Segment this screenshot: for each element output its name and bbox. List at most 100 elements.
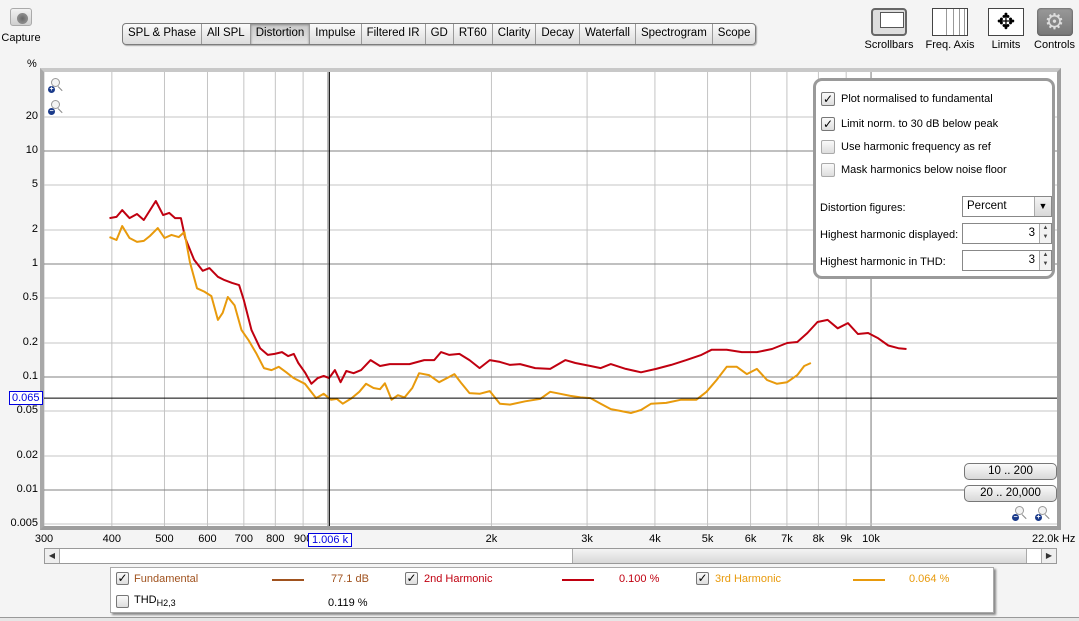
- spinner-arrows-icon[interactable]: ▲ ▼: [1039, 224, 1051, 243]
- tab-decay[interactable]: Decay: [536, 24, 580, 44]
- zoom-in-x-icon[interactable]: +: [1035, 506, 1050, 522]
- y-tick-label: 0.005: [10, 517, 38, 530]
- x-tick-label: 2k: [485, 533, 498, 545]
- tab-spl-phase[interactable]: SPL & Phase: [123, 24, 202, 44]
- controls-label: Controls: [1034, 39, 1075, 51]
- x-tick-label: 10k: [862, 533, 880, 545]
- y-tick-label: 0.05: [16, 404, 38, 417]
- capture-label: Capture: [1, 32, 41, 44]
- y-tick-label: 10: [25, 144, 38, 156]
- y-tick-label: 0.2: [22, 335, 38, 348]
- h3-label: 3rd Harmonic: [715, 573, 782, 585]
- h2-label: 2nd Harmonic: [424, 573, 493, 585]
- checkbox-unchecked-icon: [821, 140, 835, 154]
- x-tick-label: 600: [198, 533, 217, 545]
- x-tick-label: 7k: [781, 533, 793, 545]
- freq-axis-button[interactable]: Freq. Axis: [921, 8, 979, 51]
- thd-checkbox[interactable]: [116, 595, 129, 608]
- tab-waterfall[interactable]: Waterfall: [580, 24, 636, 44]
- mask-harmonics-checkbox[interactable]: Mask harmonics below noise floor: [821, 162, 1007, 178]
- x-tick-label: 4k: [649, 533, 661, 545]
- x-tick-label: 400: [102, 533, 122, 545]
- x-tick-label: 800: [266, 533, 285, 545]
- highest-displayed-spinner[interactable]: 3 ▲ ▼: [962, 223, 1052, 244]
- gear-icon: ⚙: [1036, 8, 1073, 36]
- capture-button[interactable]: Capture: [0, 8, 42, 44]
- plot-normalised-label: Plot normalised to fundamental: [841, 93, 993, 105]
- scrollbars-button[interactable]: Scrollbars: [862, 8, 916, 51]
- fundamental-checkbox[interactable]: ✓: [116, 572, 129, 585]
- controls-button[interactable]: ⚙ Controls: [1030, 8, 1079, 51]
- distortion-figures-select[interactable]: Percent ▼: [962, 196, 1052, 217]
- scrollbars-label: Scrollbars: [864, 39, 914, 51]
- spinner-arrows-icon[interactable]: ▲ ▼: [1039, 251, 1051, 270]
- tab-gd[interactable]: GD: [426, 24, 454, 44]
- y-cursor-readout: 0.065: [9, 391, 43, 405]
- zoom-out-x-icon[interactable]: −: [1012, 506, 1027, 522]
- limit-norm-checkbox[interactable]: ✓ Limit norm. to 30 dB below peak: [821, 116, 998, 132]
- camera-icon: [10, 8, 32, 26]
- bottom-divider: [0, 617, 1079, 621]
- limits-label: Limits: [991, 39, 1021, 51]
- move-arrows-icon: ✥: [988, 8, 1024, 36]
- tab-clarity[interactable]: Clarity: [493, 24, 537, 44]
- zoom-out-y-icon[interactable]: −: [48, 100, 63, 116]
- x-axis-end-label: 22.0k Hz: [1032, 533, 1076, 545]
- tab-filtered-ir[interactable]: Filtered IR: [362, 24, 426, 44]
- y-tick-label: 0.02: [16, 448, 38, 461]
- limit-norm-label: Limit norm. to 30 dB below peak: [841, 118, 999, 130]
- scroll-left-icon[interactable]: ◀: [45, 549, 60, 563]
- scroll-right-icon[interactable]: ▶: [1041, 549, 1056, 563]
- checkbox-unchecked-icon: [821, 163, 835, 177]
- x-tick-label: 500: [155, 533, 174, 545]
- mask-harmonics-label: Mask harmonics below noise floor: [841, 164, 1007, 176]
- h3-checkbox[interactable]: ✓: [696, 572, 709, 585]
- y-tick-label: 20: [25, 109, 38, 122]
- x-tick-label: 700: [234, 533, 254, 545]
- legend: ✓ Fundamental 77.1 dB ✓ 2nd Harmonic 0.1…: [110, 567, 994, 613]
- range-10-200-button[interactable]: 10 .. 200: [964, 463, 1057, 480]
- scrollbar-thumb[interactable]: [572, 549, 1027, 563]
- x-tick-label: 300: [34, 533, 54, 545]
- x-tick-label: 5k: [701, 533, 714, 545]
- plot-normalised-checkbox[interactable]: ✓ Plot normalised to fundamental: [821, 91, 993, 107]
- y-tick-label: 1: [31, 257, 38, 269]
- zoom-in-y-icon[interactable]: +: [48, 78, 63, 94]
- tab-distortion[interactable]: Distortion: [250, 24, 311, 44]
- x-tick-label: 9k: [840, 533, 852, 545]
- fundamental-label: Fundamental: [134, 573, 199, 585]
- distortion-figures-label: Distortion figures:: [820, 202, 906, 214]
- x-cursor-readout: 1.006 k: [308, 533, 353, 547]
- horizontal-scrollbar[interactable]: ◀ ▶: [44, 548, 1057, 564]
- x-tick-label: 3k: [581, 533, 593, 545]
- x-tick-label: 8k: [812, 533, 825, 545]
- tab-impulse[interactable]: Impulse: [310, 24, 362, 44]
- use-harmonic-freq-label: Use harmonic frequency as ref: [841, 141, 991, 153]
- highest-displayed-value: 3: [1028, 227, 1035, 239]
- x-tick-label: 6k: [744, 533, 757, 545]
- y-tick-label: 0.01: [16, 483, 38, 495]
- h2-value: 0.100 %: [619, 573, 660, 585]
- y-tick-label: 0.1: [22, 370, 38, 382]
- tab-all-spl[interactable]: All SPL: [202, 24, 251, 44]
- tab-rt60[interactable]: RT60: [454, 24, 493, 44]
- checkbox-checked-icon: ✓: [821, 117, 835, 131]
- graph-tabs: SPL & Phase All SPL Distortion Impulse F…: [122, 23, 757, 45]
- thd-subscript: H2,3: [156, 598, 176, 609]
- series-3rd-harmonic: [109, 225, 812, 414]
- tab-scope[interactable]: Scope: [713, 24, 756, 44]
- scrollbars-icon: [871, 8, 907, 36]
- h2-checkbox[interactable]: ✓: [405, 572, 418, 585]
- thd-value: 0.119 %: [328, 597, 368, 609]
- limits-button[interactable]: ✥ Limits: [984, 8, 1028, 51]
- use-harmonic-freq-checkbox[interactable]: Use harmonic frequency as ref: [821, 139, 991, 155]
- tab-spectrogram[interactable]: Spectrogram: [636, 24, 713, 44]
- chevron-down-icon: ▼: [1034, 197, 1051, 216]
- distortion-controls-panel: ✓ Plot normalised to fundamental ✓ Limit…: [813, 78, 1055, 279]
- fundamental-value: 77.1 dB: [331, 573, 369, 585]
- y-tick-label: 0.5: [22, 291, 38, 304]
- highest-thd-spinner[interactable]: 3 ▲ ▼: [962, 250, 1052, 271]
- range-20-20000-button[interactable]: 20 .. 20,000: [964, 485, 1057, 502]
- freq-axis-label: Freq. Axis: [925, 39, 975, 51]
- distortion-figures-value: Percent: [967, 200, 1007, 212]
